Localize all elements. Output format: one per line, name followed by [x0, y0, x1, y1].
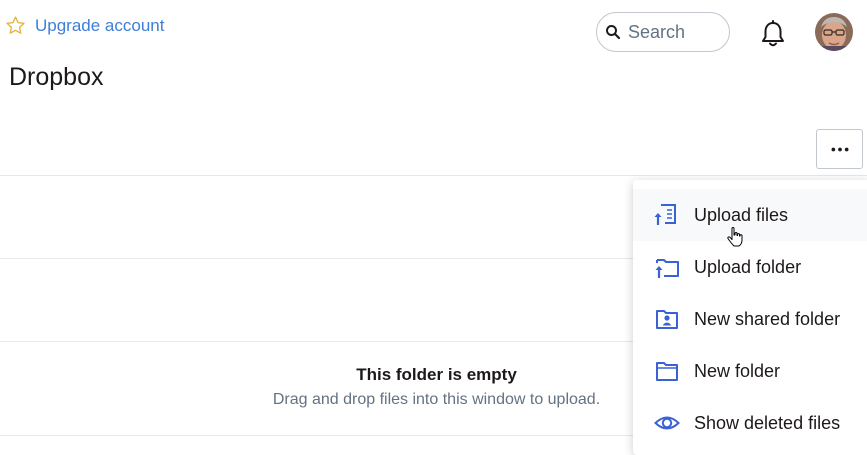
divider — [0, 341, 634, 342]
divider — [0, 435, 634, 436]
menu-item-label: New folder — [694, 360, 781, 381]
shared-folder-icon — [656, 310, 678, 329]
hand-pointer-icon — [727, 227, 743, 247]
menu-item-new-shared-folder[interactable]: New shared folder — [633, 293, 867, 345]
bell-icon[interactable] — [760, 20, 786, 48]
divider — [0, 175, 867, 176]
menu-item-show-deleted-files[interactable]: Show deleted files — [633, 397, 867, 449]
upload-file-icon — [654, 204, 676, 225]
menu-item-new-folder[interactable]: New folder — [633, 345, 867, 397]
more-options-button[interactable] — [816, 129, 863, 169]
ellipsis-icon — [831, 147, 848, 151]
divider — [0, 258, 634, 259]
eye-icon — [654, 416, 680, 430]
menu-item-label: Show deleted files — [694, 412, 841, 433]
menu-item-upload-files[interactable]: Upload files — [633, 189, 867, 241]
search-box[interactable] — [596, 12, 730, 52]
add-menu: Upload files Upload folder New shared fo… — [633, 180, 867, 455]
search-icon — [606, 25, 621, 40]
avatar[interactable] — [815, 13, 853, 51]
avatar-photo — [815, 13, 853, 51]
search-input[interactable] — [628, 21, 724, 43]
page-title: Dropbox — [9, 63, 104, 91]
menu-item-label: Upload files — [694, 204, 789, 225]
star-icon — [6, 16, 25, 34]
upgrade-account-link[interactable]: Upgrade account — [5, 15, 164, 36]
folder-icon — [656, 362, 678, 381]
upgrade-account-label: Upgrade account — [35, 15, 165, 35]
menu-item-upload-folder[interactable]: Upload folder — [633, 241, 867, 293]
upload-folder-icon — [655, 259, 679, 278]
menu-item-label: Upload folder — [694, 256, 802, 277]
menu-item-label: New shared folder — [694, 308, 841, 329]
